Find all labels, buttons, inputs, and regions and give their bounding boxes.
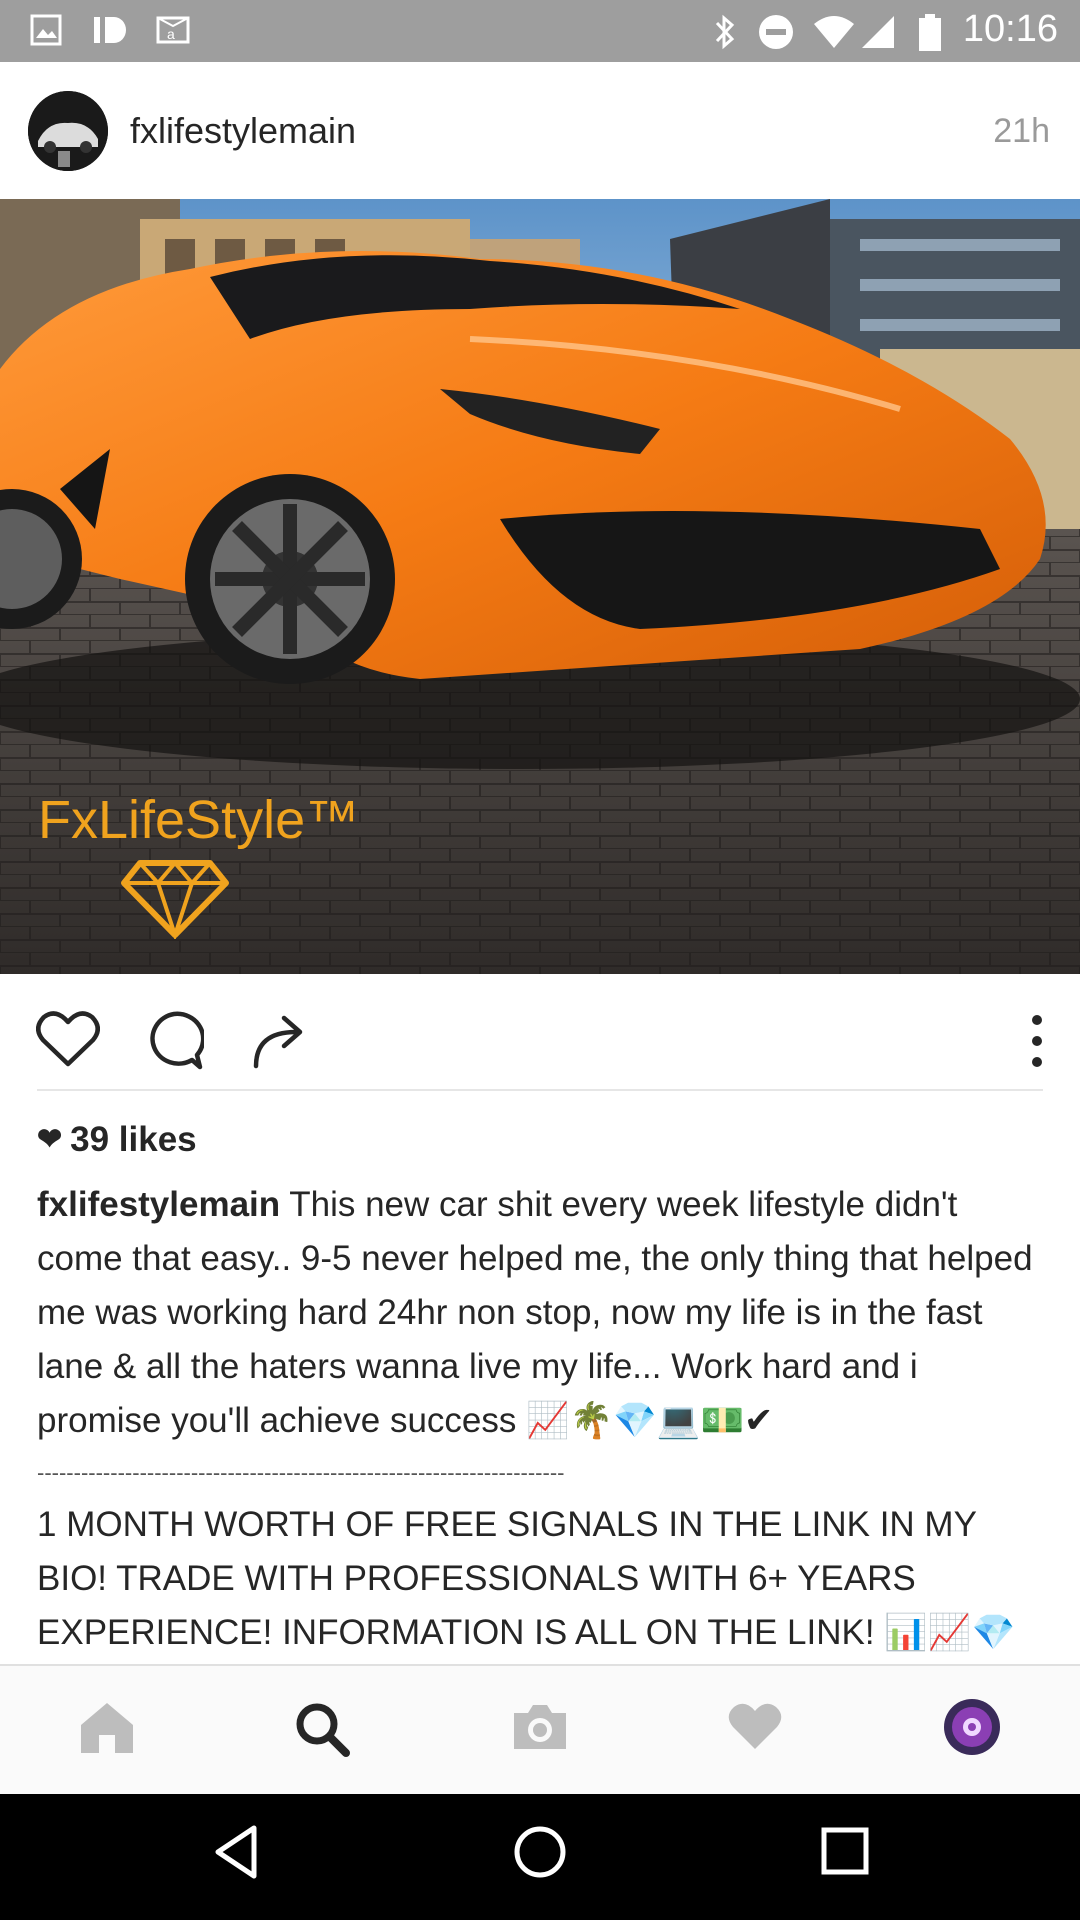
promo-text: 1 MONTH WORTH OF FREE SIGNALS IN THE LIN… [37,1505,977,1652]
car-photo-illustration [0,199,1080,974]
post-photo[interactable]: FxLifeStyle™ [0,199,1080,974]
battery-icon [919,14,941,51]
post-caption: fxlifestylemain This new car shit every … [37,1178,1047,1714]
comment-icon[interactable] [144,1010,204,1070]
recents-icon[interactable] [820,1826,870,1876]
status-bar: a 10:16 [0,0,1080,62]
home-icon[interactable] [79,1701,135,1755]
likes-heart-icon: ❤ [37,1123,63,1156]
avatar[interactable] [28,91,108,171]
post-header: fxlifestylemain 21h [0,62,1080,199]
do-not-disturb-icon [759,15,793,49]
activity-heart-icon[interactable] [727,1701,783,1751]
status-time: 10:16 [962,8,1058,50]
share-icon[interactable] [250,1010,310,1070]
bluetooth-icon [715,14,735,50]
search-icon[interactable] [294,1701,350,1757]
diamond-logo-icon [121,859,229,939]
brand-watermark: FxLifeStyle™ [38,790,360,850]
caption-emojis: 📈🌴💎💻💵✔ [526,1401,774,1441]
amazon-icon: a [156,16,190,44]
heart-icon[interactable] [36,1010,100,1068]
android-nav-bar [0,1794,1080,1920]
camera-icon[interactable] [510,1701,570,1753]
home-circle-icon[interactable] [512,1824,568,1880]
profile-icon[interactable] [943,1698,1001,1756]
bottom-nav [0,1664,1080,1796]
post-actions [0,974,1080,1090]
likes-text: 39 likes [70,1120,197,1159]
wifi-icon [814,16,854,48]
id-icon [94,17,126,43]
post-username[interactable]: fxlifestylemain [130,110,356,152]
back-icon[interactable] [212,1824,260,1880]
actions-divider [37,1089,1043,1091]
image-icon [30,14,62,46]
post-timestamp: 21h [993,112,1050,150]
svg-text:a: a [167,26,175,42]
caption-separator: ----------------------------------------… [37,1460,565,1485]
signal-icon [862,16,894,48]
caption-username[interactable]: fxlifestylemain [37,1185,280,1224]
likes-count[interactable]: ❤ 39 likes [37,1120,197,1160]
more-icon[interactable] [1026,1014,1048,1068]
